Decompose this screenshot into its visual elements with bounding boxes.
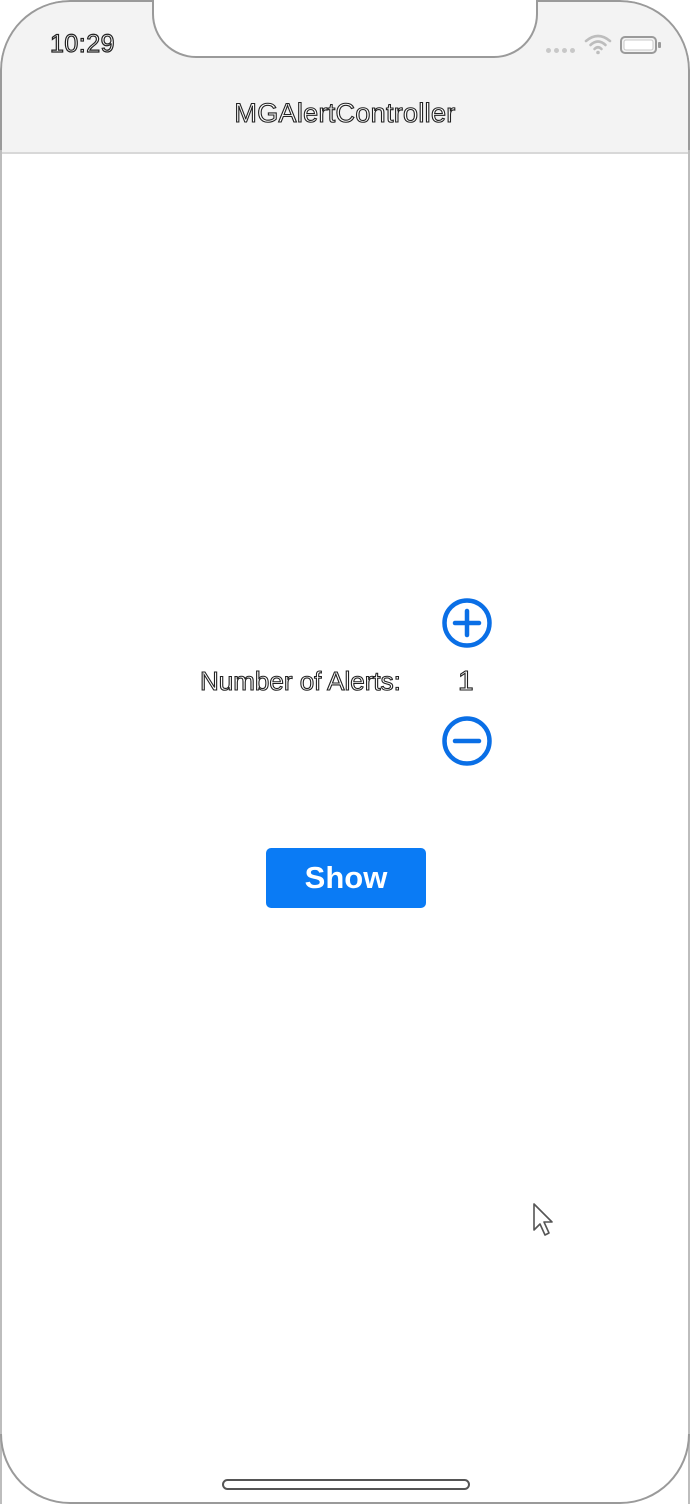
device-notch <box>152 0 538 58</box>
home-indicator[interactable] <box>222 1479 470 1490</box>
wifi-icon <box>584 34 612 55</box>
cellular-signal-icon <box>546 48 575 53</box>
show-button[interactable]: Show <box>266 848 426 908</box>
navigation-bar: 10:29 MGAlertController <box>0 0 690 154</box>
mouse-pointer-icon <box>533 1203 553 1236</box>
battery-icon <box>620 36 661 54</box>
decrement-alerts-button[interactable] <box>442 716 492 766</box>
increment-alerts-button[interactable] <box>442 598 492 648</box>
minus-circle-icon <box>442 716 492 766</box>
status-time: 10:29 <box>49 29 116 58</box>
plus-circle-icon <box>442 598 492 648</box>
device-screen: 10:29 MGAlertController Number of Alerts… <box>0 0 690 1504</box>
device-frame-bottom <box>0 1434 690 1504</box>
page-title: MGAlertController <box>234 97 456 128</box>
alerts-count-value: 1 <box>457 664 474 696</box>
number-of-alerts-label: Number of Alerts: <box>199 665 401 696</box>
device-frame-left <box>0 150 2 1504</box>
